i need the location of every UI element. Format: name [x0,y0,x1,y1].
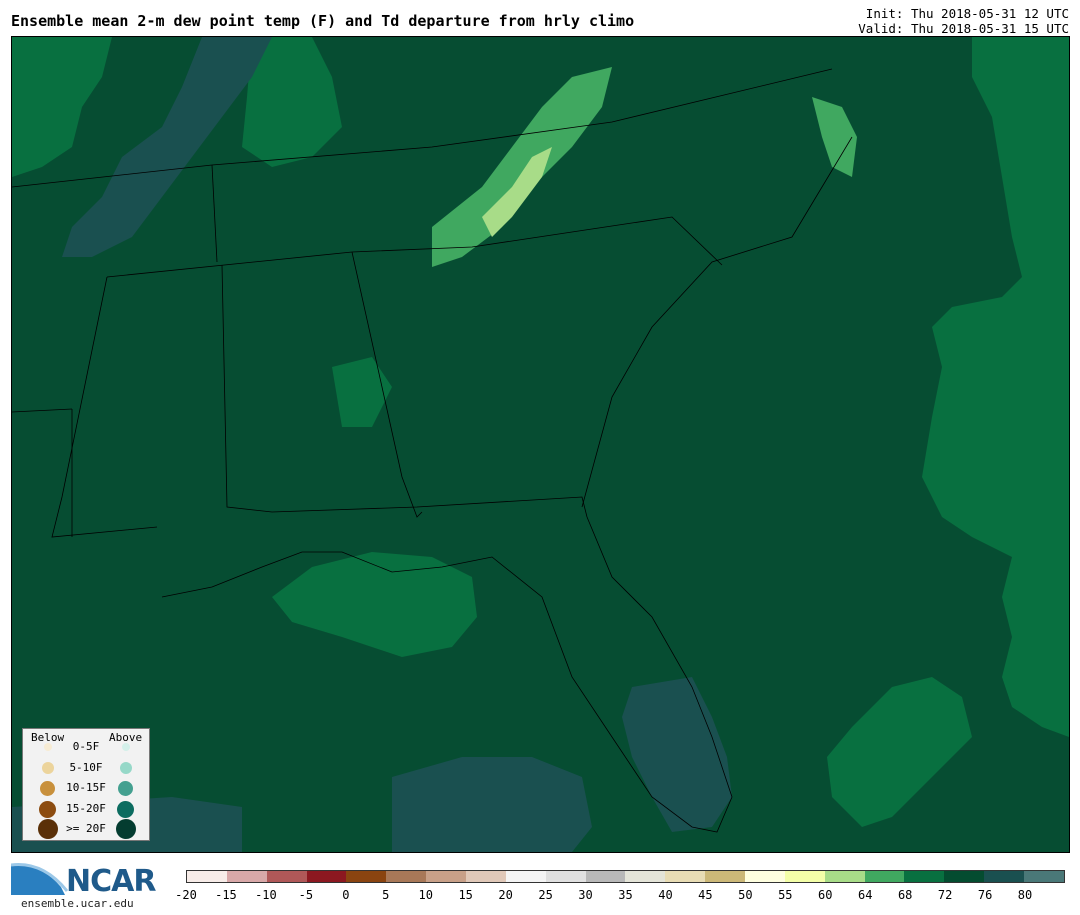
valid-time: Valid: Thu 2018-05-31 15 UTC [858,21,1069,36]
colorbar-segment [705,871,746,882]
colorbar-segment [784,871,825,882]
above-dot-2 [118,781,133,796]
colorbar-tick-label: 60 [818,888,833,902]
colorbar-segment [306,871,347,882]
colorbar-segment [386,871,427,882]
colorbar-segment [545,871,586,882]
colorbar-ticks: -20 -15 -10 -5 0 5 10 15 20 25 30 35 40 45 50 55 60 64 68 7… [175,888,1065,904]
colorbar-tick-label: 10 [418,888,433,902]
legend-row-label: 10-15F [66,781,106,794]
colorbar-segment [984,871,1025,882]
ncar-logo-text: NCAR [66,864,156,899]
anomaly-legend: Below Above 0-5F 5-10F 10-15F 15-20F >= … [22,728,150,841]
colorbar-segment [944,871,985,882]
colorbar-tick-label: -5 [298,888,314,902]
colorbar-segment [585,871,626,882]
ncar-url[interactable]: ensemble.ucar.edu [21,897,134,910]
colorbar-segment [505,871,546,882]
colorbar-tick-label: 5 [382,888,390,902]
above-dot-0 [122,743,130,751]
colorbar [186,870,1065,883]
colorbar-tick-label: 25 [538,888,553,902]
above-dot-4 [116,819,136,839]
colorbar-tick-label: 0 [342,888,350,902]
above-dot-3 [117,801,134,818]
init-time: Init: Thu 2018-05-31 12 UTC [865,6,1069,21]
colorbar-tick-label: -20 [175,888,197,902]
colorbar-tick-label: 64 [857,888,873,902]
colorbar-tick-label: 80 [1017,888,1033,902]
colorbar-segment [187,871,227,882]
colorbar-tick-label: -10 [255,888,277,902]
colorbar-tick-label: 68 [897,888,913,902]
colorbar-segment [1024,871,1064,882]
legend-row-label: 0-5F [72,740,100,753]
map-title: Ensemble mean 2-m dew point temp (F) and… [11,12,635,30]
colorbar-tick-label: 45 [698,888,713,902]
legend-row-label: >= 20F [66,822,106,835]
colorbar-segment [466,871,506,882]
colorbar-tick-label: -15 [215,888,237,902]
map-canvas [12,37,1069,852]
colorbar-tick-label: 50 [738,888,753,902]
run-info: Init: Thu 2018-05-31 12 UTC Valid: Thu 2… [858,6,1069,36]
colorbar-tick-label: 20 [498,888,513,902]
colorbar-tick-label: 30 [578,888,593,902]
colorbar-segment [625,871,666,882]
colorbar-segment [426,871,467,882]
colorbar-segment [904,871,945,882]
above-dot-1 [120,762,132,774]
colorbar-tick-label: 55 [778,888,793,902]
legend-row-label: 15-20F [66,802,106,815]
colorbar-segment [745,871,785,882]
teal-anomaly-gulf [392,757,592,852]
colorbar-segment [864,871,905,882]
colorbar-tick-label: 15 [458,888,473,902]
colorbar-segment [266,871,307,882]
legend-row-label: 5-10F [69,761,103,774]
colorbar-segment [346,871,387,882]
dewpoint-map [11,36,1070,853]
colorbar-tick-label: 35 [618,888,633,902]
colorbar-tick-label: 76 [977,888,993,902]
colorbar-segment [226,871,267,882]
colorbar-tick-label: 72 [937,888,953,902]
colorbar-segment [824,871,865,882]
colorbar-segment [665,871,706,882]
colorbar-tick-label: 40 [658,888,673,902]
